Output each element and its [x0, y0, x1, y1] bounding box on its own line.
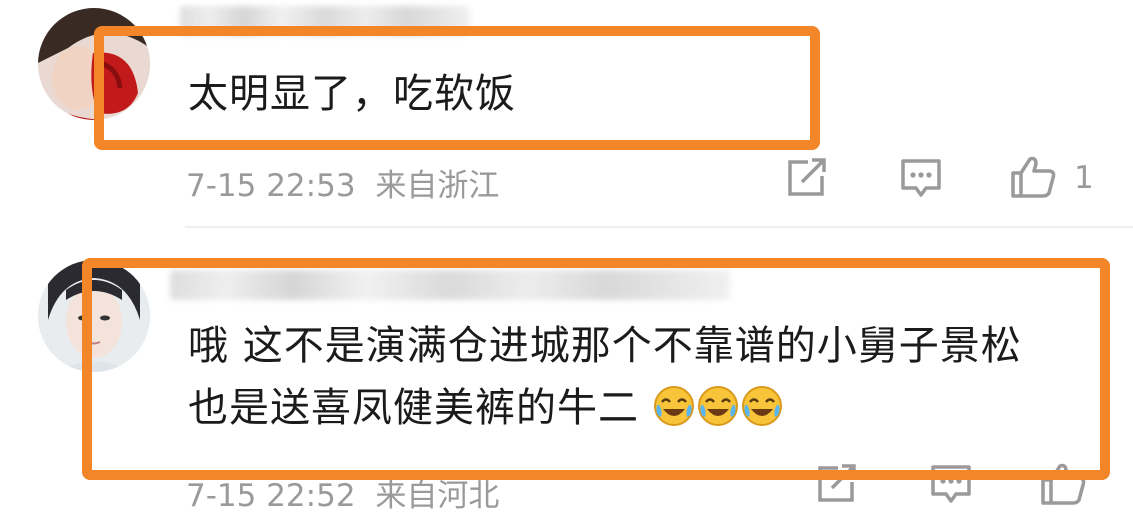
comment-text: 哦 这不是演满仓进城那个不靠谱的小舅子景松 也是送喜凤健美裤的牛二	[188, 318, 1022, 436]
avatar[interactable]	[38, 8, 150, 120]
comment-text-line-2: 也是送喜凤健美裤的牛二	[188, 380, 1022, 436]
location: 来自浙江	[375, 168, 500, 204]
comment-meta: 7-15 22:53 来自浙江	[186, 160, 499, 205]
comment-meta: 7-15 22:52 来自河北	[186, 470, 499, 515]
thumbs-up-icon	[1011, 156, 1056, 198]
avatar[interactable]	[38, 260, 150, 372]
username-blurred[interactable]	[180, 6, 470, 36]
share-button[interactable]	[816, 464, 858, 504]
reply-button[interactable]	[900, 158, 942, 198]
laughing-crying-emoji	[653, 386, 694, 426]
like-button[interactable]	[1010, 155, 1056, 199]
like-button[interactable]	[1040, 462, 1086, 506]
timestamp: 7-15 22:52	[186, 478, 356, 514]
timestamp: 7-15 22:53	[186, 168, 356, 204]
laughing-crying-emoji	[697, 386, 738, 426]
comment-text-line: 哦 这不是演满仓进城那个不靠谱的小舅子景松	[188, 323, 1022, 369]
share-button[interactable]	[786, 158, 828, 198]
like-count: 1	[1074, 160, 1094, 196]
thumbs-up-icon	[1041, 463, 1086, 505]
share-icon	[818, 464, 856, 502]
comment-text-line: 太明显了，吃软饭	[188, 71, 516, 117]
comment-item: 哦 这不是演满仓进城那个不靠谱的小舅子景松 也是送喜凤健美裤的牛二 7-15 2…	[0, 230, 1133, 519]
reply-comment-icon	[901, 159, 941, 197]
comment-text: 太明显了，吃软饭	[188, 66, 516, 122]
divider	[185, 226, 1133, 228]
share-icon	[788, 158, 826, 196]
reply-comment-icon	[931, 465, 971, 503]
comment-item: 太明显了，吃软饭 7-15 22:53 来自浙江 1	[0, 0, 1133, 230]
comment-text-line: 也是送喜凤健美裤的牛二	[188, 385, 639, 431]
reply-button[interactable]	[930, 464, 972, 504]
username-blurred[interactable]	[170, 270, 730, 300]
location: 来自河北	[375, 478, 500, 514]
laughing-crying-emoji	[741, 386, 782, 426]
